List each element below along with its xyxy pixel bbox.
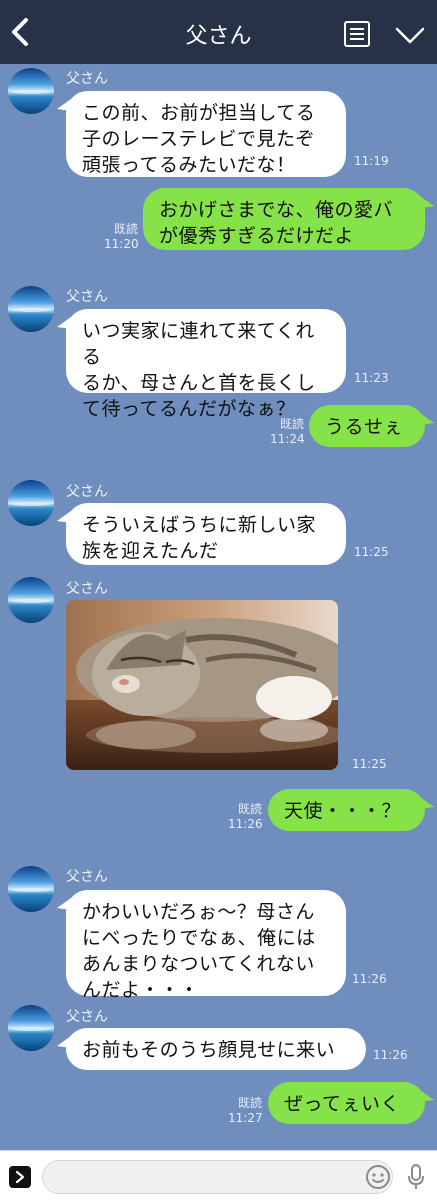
- microphone-icon[interactable]: [406, 1163, 426, 1191]
- outgoing-message-bubble[interactable]: おかげさまでな、俺の愛バ が優秀すぎるだけだよ: [143, 188, 434, 250]
- avatar[interactable]: [8, 866, 54, 912]
- incoming-message-bubble[interactable]: この前、お前が担当してる 子のレーステレビで見たぞ 頑張ってるみたいだな！: [57, 91, 346, 177]
- sender-name: 父さん: [66, 289, 108, 305]
- message-time: 11:26: [373, 1048, 408, 1062]
- sleeping-cat-photo[interactable]: [66, 600, 338, 770]
- sender-name: 父さん: [66, 1009, 108, 1025]
- avatar[interactable]: [8, 286, 54, 332]
- read-receipt: 既読 11:26: [228, 802, 263, 832]
- incoming-message-bubble[interactable]: いつ実家に連れて来てくれる るか、母さんと首を長くし て待ってるんだがなぁ？: [57, 309, 346, 420]
- read-label: 既読: [237, 1096, 262, 1110]
- back-arrow-icon[interactable]: [8, 16, 32, 48]
- avatar-image: [8, 480, 54, 526]
- message-time: 11:25: [352, 757, 387, 771]
- sender-name: 父さん: [66, 484, 108, 500]
- avatar-image: [8, 286, 54, 332]
- message-time: 11:19: [354, 154, 389, 168]
- avatar[interactable]: [8, 1005, 54, 1051]
- read-label: 既読: [113, 222, 138, 236]
- chevron-down-icon[interactable]: [394, 24, 426, 46]
- menu-list-icon[interactable]: [343, 20, 371, 48]
- sender-name: 父さん: [66, 581, 108, 597]
- sender-name: 父さん: [66, 869, 108, 885]
- chat-header: 父さん: [0, 0, 437, 64]
- avatar[interactable]: [8, 68, 54, 114]
- message-time: 11:25: [354, 545, 389, 559]
- read-label: 既読: [279, 417, 304, 431]
- avatar[interactable]: [8, 480, 54, 526]
- message-time: 11:26: [352, 972, 387, 986]
- sender-name: 父さん: [66, 71, 108, 87]
- outgoing-message-bubble[interactable]: ぜってぇいく: [268, 1082, 434, 1124]
- avatar-image: [8, 866, 54, 912]
- cat-image: [66, 600, 338, 770]
- expand-menu-button[interactable]: [9, 1166, 31, 1188]
- chat-title: 父さん: [185, 24, 252, 49]
- incoming-message-bubble[interactable]: お前もそのうち顔見せに来い: [57, 1028, 366, 1070]
- message-time: 11:20: [104, 237, 139, 251]
- incoming-message-bubble[interactable]: そういえばうちに新しい家 族を迎えたんだ: [57, 503, 346, 565]
- avatar-image: [8, 68, 54, 114]
- message-time: 11:23: [354, 371, 389, 385]
- emoji-icon[interactable]: [365, 1164, 391, 1190]
- avatar-image: [8, 1005, 54, 1051]
- avatar-image: [8, 577, 54, 623]
- avatar[interactable]: [8, 577, 54, 623]
- message-input-bar: [0, 1150, 437, 1200]
- message-time: 11:24: [270, 432, 305, 446]
- read-receipt: 既読 11:24: [270, 417, 305, 447]
- outgoing-message-bubble[interactable]: 天使・・・？: [268, 789, 434, 831]
- read-receipt: 既読 11:27: [228, 1096, 263, 1126]
- message-time: 11:27: [228, 1111, 263, 1125]
- message-input[interactable]: [42, 1160, 393, 1194]
- chevron-right-icon: [15, 1170, 25, 1184]
- message-time: 11:26: [228, 817, 263, 831]
- incoming-message-bubble[interactable]: かわいいだろぉ〜？母さん にべったりでなぁ、俺には あんまりなついてくれない ん…: [57, 890, 346, 1001]
- read-receipt: 既読 11:20: [104, 222, 139, 252]
- read-label: 既読: [237, 802, 262, 816]
- outgoing-message-bubble[interactable]: うるせぇ: [309, 405, 434, 447]
